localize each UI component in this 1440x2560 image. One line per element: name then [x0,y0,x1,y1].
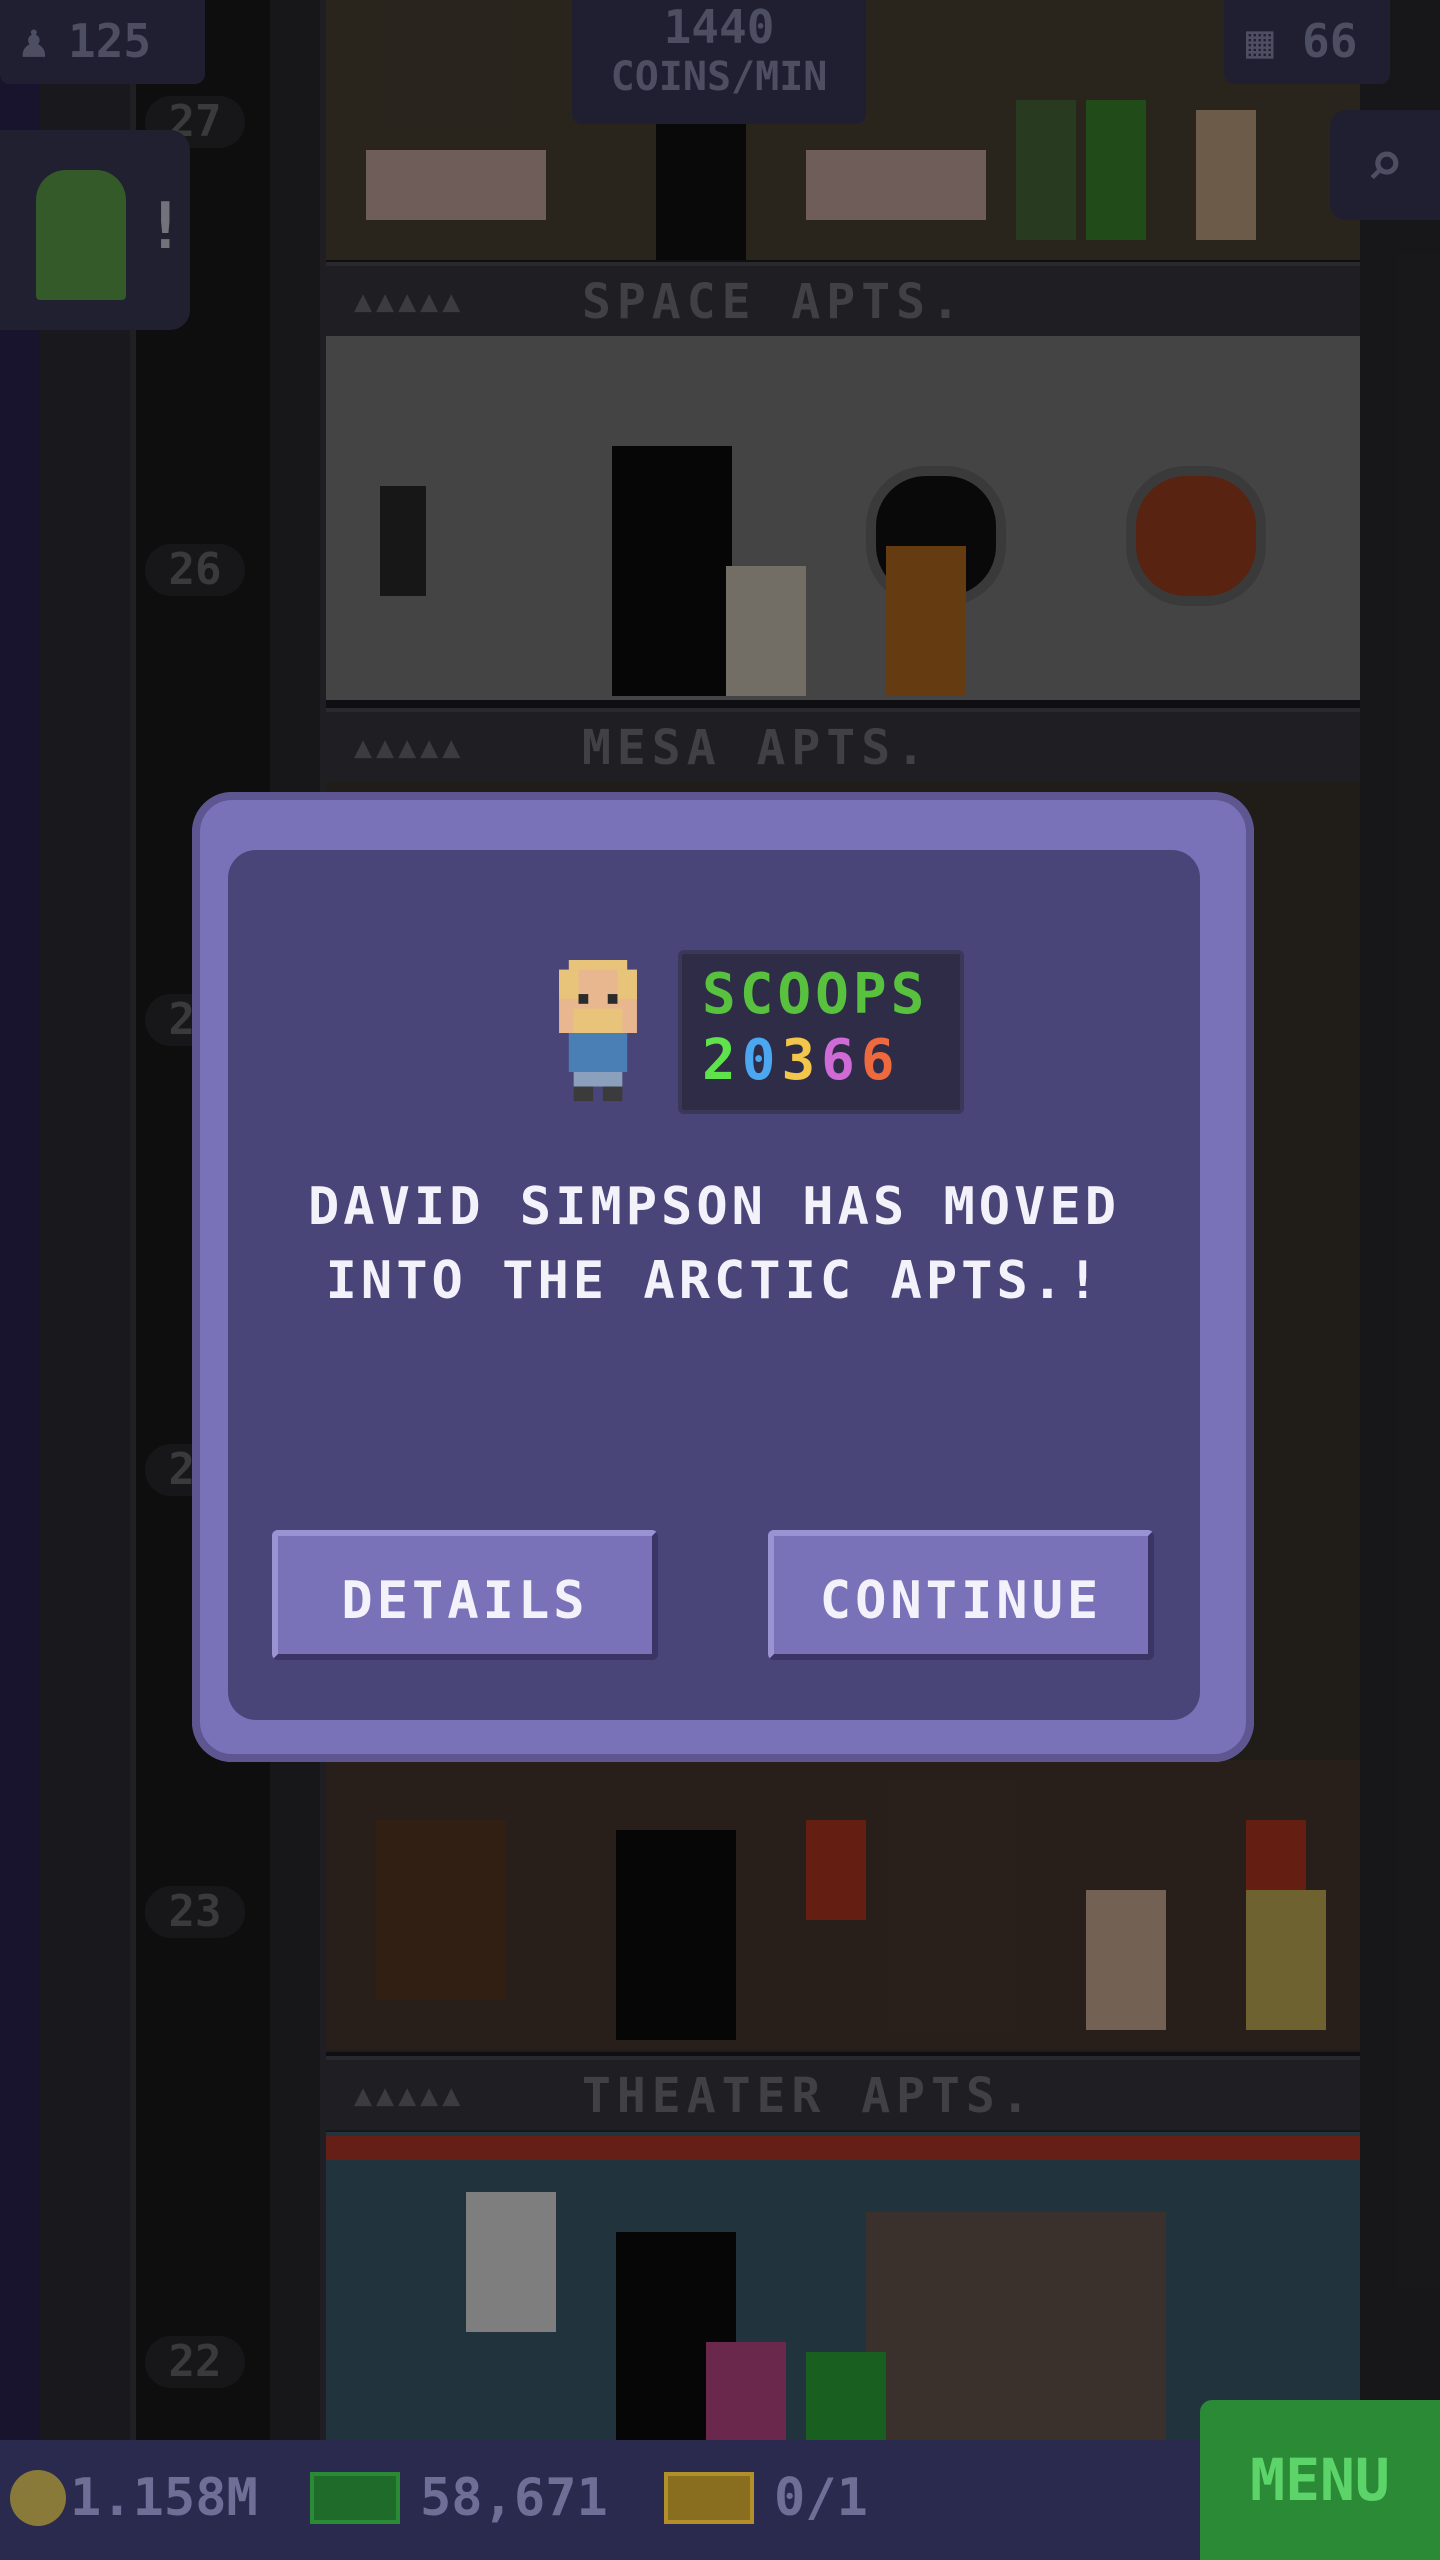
continue-button[interactable]: CONTINUE [768,1530,1154,1660]
bux-value: 58,671 [420,2468,608,2528]
dialog-message: DAVID SIMPSON HAS MOVED INTO THE ARCTIC … [228,1170,1200,1318]
message-line: DAVID SIMPSON HAS MOVED [307,1177,1121,1237]
tickets-value: 0/1 [774,2468,868,2528]
move-in-dialog: SCOOPS 20366 DAVID SIMPSON HAS MOVED INT… [192,792,1254,1762]
message-line: INTO THE ARCTIC APTS.! [325,1251,1103,1311]
score-value: 20366 [702,1028,901,1093]
coins-value: 1.158M [70,2468,258,2528]
score-digit: 2 [702,1028,742,1093]
score-box: SCOOPS 20366 [678,950,964,1114]
bitizen-avatar-david [559,960,637,1102]
bux-icon [310,2472,400,2524]
tower-view: 27 26 25 24 23 22 ▲▲▲▲▲ SPACE APTS. ▲▲▲▲… [0,0,1440,2560]
ticket-icon [664,2472,754,2524]
details-button[interactable]: DETAILS [272,1530,658,1660]
dialog-body: SCOOPS 20366 DAVID SIMPSON HAS MOVED INT… [228,850,1200,1720]
menu-button[interactable]: MENU [1200,2400,1440,2560]
score-digit: 0 [741,1028,782,1093]
score-title: SCOOPS [702,962,929,1027]
score-digit: 6 [821,1028,861,1093]
score-digit: 3 [781,1028,822,1093]
coin-icon [10,2470,66,2526]
score-digit: 6 [860,1028,901,1093]
